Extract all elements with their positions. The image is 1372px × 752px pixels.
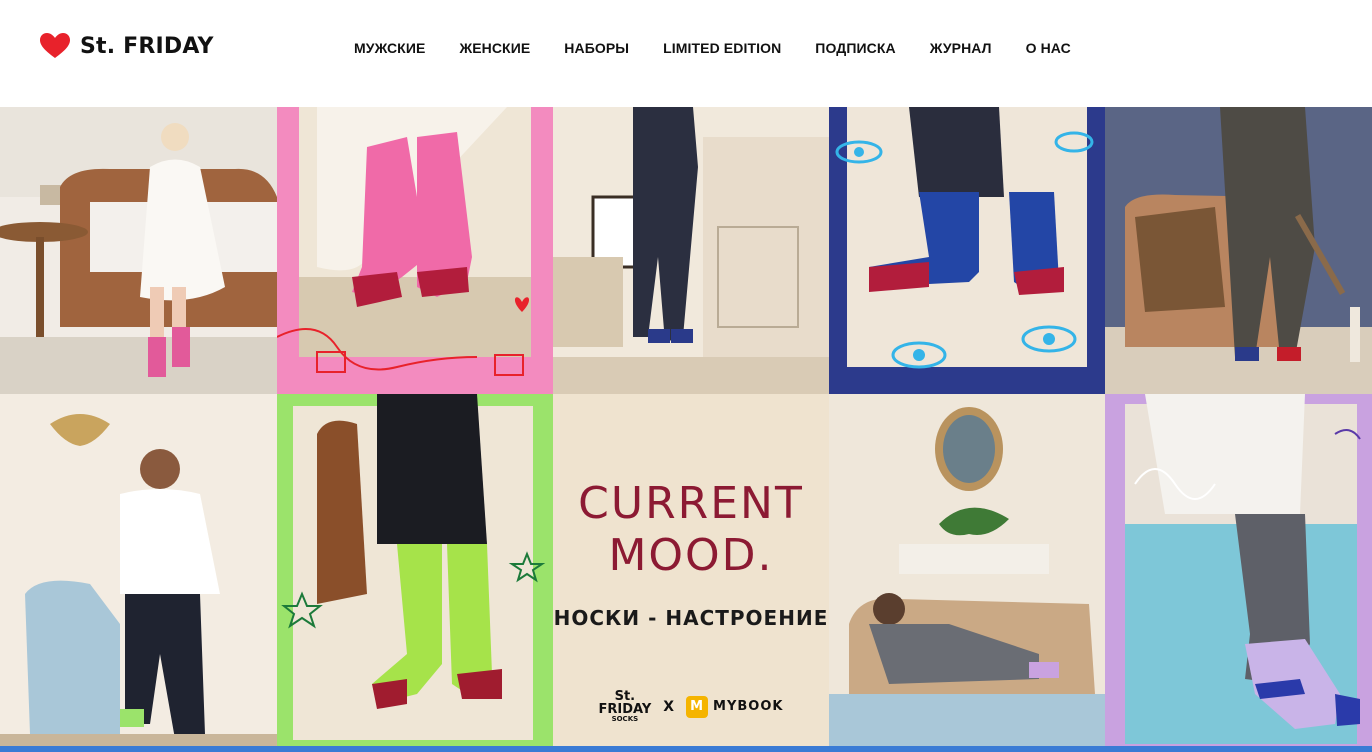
- photo-man-sofa[interactable]: [829, 394, 1105, 752]
- photo-sailor-image: [0, 394, 277, 752]
- photo-man-suit-image: [553, 107, 829, 394]
- photo-man-axe-image: [1105, 107, 1372, 394]
- photo-lime-socks-image: [277, 394, 553, 752]
- photo-lavender-socks[interactable]: [1105, 394, 1372, 752]
- partner-mybook-logo: M MYBOOK: [686, 695, 784, 718]
- photo-bride-sofa[interactable]: [0, 107, 277, 394]
- promo-title-line1: CURRENT: [578, 478, 804, 529]
- brand-name: St. FRIDAY: [80, 33, 214, 59]
- photo-man-suit[interactable]: [553, 107, 829, 394]
- nav-item-women[interactable]: ЖЕНСКИЕ: [459, 40, 530, 56]
- photo-bride-sofa-image: [0, 107, 277, 394]
- nav-item-limited-edition[interactable]: LIMITED EDITION: [663, 40, 781, 56]
- photo-pink-socks[interactable]: [277, 107, 553, 394]
- main-nav: МУЖСКИЕ ЖЕНСКИЕ НАБОРЫ LIMITED EDITION П…: [354, 40, 1071, 56]
- photo-pink-socks-image: [277, 107, 553, 394]
- bottom-strip: [0, 746, 1372, 752]
- brand-logo[interactable]: St. FRIDAY: [40, 33, 214, 59]
- photo-man-axe[interactable]: [1105, 107, 1372, 394]
- nav-item-men[interactable]: МУЖСКИЕ: [354, 40, 425, 56]
- mybook-icon: M: [686, 695, 709, 718]
- promo-title-line2: MOOD.: [608, 530, 774, 581]
- partner-stfriday-sub: SOCKS: [611, 715, 639, 723]
- photo-man-sofa-image: [829, 394, 1105, 752]
- nav-item-subscription[interactable]: ПОДПИСКА: [815, 40, 895, 56]
- promo-subtitle: НОСКИ - НАСТРОЕНИЕ: [553, 606, 829, 630]
- nav-item-journal[interactable]: ЖУРНАЛ: [930, 40, 992, 56]
- promo-current-mood[interactable]: CURRENT MOOD. НОСКИ - НАСТРОЕНИЕ St. FRI…: [553, 394, 829, 752]
- heart-icon: [40, 33, 70, 58]
- partner-mybook-name: MYBOOK: [713, 699, 784, 714]
- nav-item-about[interactable]: О НАС: [1026, 40, 1071, 56]
- site-header: St. FRIDAY МУЖСКИЕ ЖЕНСКИЕ НАБОРЫ LIMITE…: [0, 0, 1372, 107]
- photo-lavender-socks-image: [1105, 394, 1372, 752]
- photo-lime-socks[interactable]: [277, 394, 553, 752]
- photo-sailor[interactable]: [0, 394, 277, 752]
- photo-navy-socks-image: [829, 107, 1105, 394]
- partner-stfriday-logo: St. FRIDAY SOCKS: [599, 690, 652, 723]
- nav-item-sets[interactable]: НАБОРЫ: [564, 40, 629, 56]
- lookbook-grid: CURRENT MOOD. НОСКИ - НАСТРОЕНИЕ St. FRI…: [0, 107, 1372, 752]
- partner-x: X: [663, 698, 675, 715]
- photo-navy-socks[interactable]: [829, 107, 1105, 394]
- promo-partners: St. FRIDAY SOCKS X M MYBOOK: [553, 690, 829, 723]
